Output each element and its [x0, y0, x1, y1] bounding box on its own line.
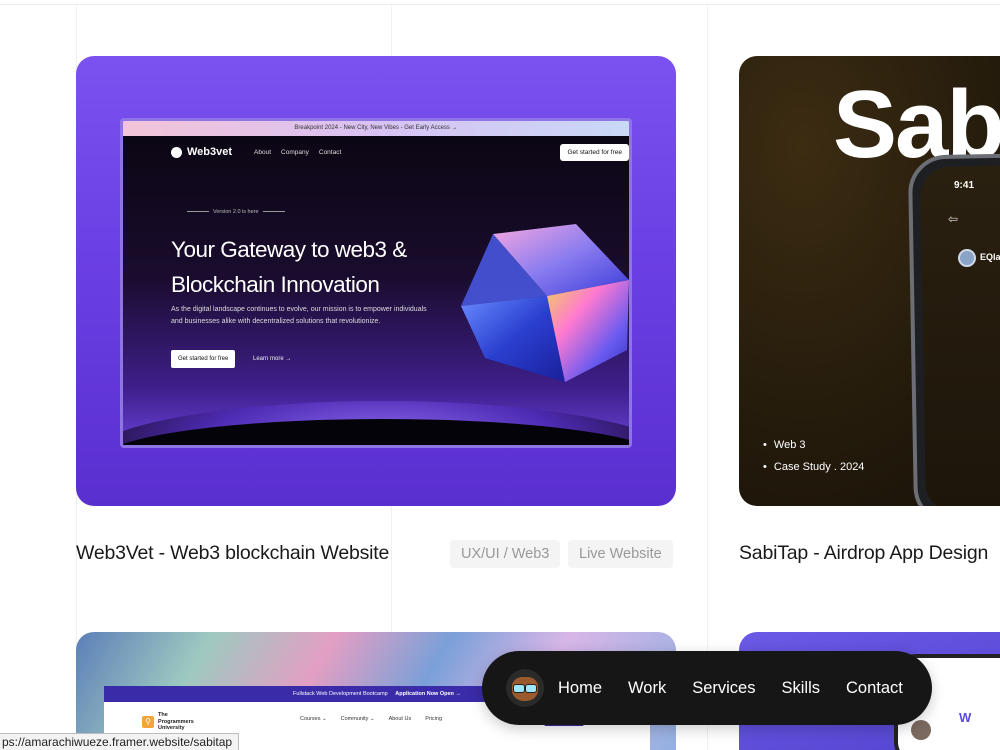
- mockup-nav: Web3vet About Company Contact: [171, 146, 341, 158]
- mockup-nav-link: Courses ⌄: [300, 716, 327, 722]
- mockup-cta: Get started for free: [560, 144, 629, 161]
- mockup-nav: Courses ⌄ Community ⌄ About Us Pricing: [300, 716, 442, 722]
- avatar-glasses: [513, 684, 537, 693]
- mockup-nav-link: Pricing: [425, 716, 443, 722]
- mockup-banner: Breakpoint 2024 - New City, New Vibes - …: [123, 121, 629, 136]
- mockup-hero: Web3vet About Company Contact Get starte…: [123, 136, 629, 445]
- web3vet-mockup: Breakpoint 2024 - New City, New Vibes - …: [120, 118, 632, 448]
- project-meta-item: Case Study . 2024: [763, 456, 865, 478]
- floating-navbar: Home Work Services Skills Contact: [482, 651, 932, 725]
- mockup-nav-link: About Us: [388, 716, 412, 722]
- live-website-tag[interactable]: Live Website: [568, 540, 673, 568]
- avatar[interactable]: [506, 669, 544, 707]
- phone-avatar: [911, 720, 931, 740]
- project-title[interactable]: SabiTap - Airdrop App Design: [739, 542, 988, 565]
- mockup-learn-more: Learn more →: [253, 356, 292, 362]
- phone-username: EQlad: [980, 252, 1000, 262]
- mockup-nav-link: About: [254, 148, 272, 156]
- banner-text: Fullstack Web Development Bootcamp: [293, 691, 388, 697]
- mockup-logo-text: The Programmers University: [158, 712, 194, 731]
- project-meta-list: Web 3 Case Study . 2024: [763, 434, 865, 478]
- nav-services[interactable]: Services: [692, 679, 755, 698]
- nav-contact[interactable]: Contact: [846, 679, 903, 698]
- banner-cta: Application Now Open →: [395, 691, 461, 697]
- mockup-nav-link: Company: [281, 148, 309, 156]
- mockup-logo: Web3vet: [171, 146, 232, 158]
- mockup-version: Version 2.0 is here: [183, 209, 289, 215]
- mockup-headline: Your Gateway to web3 & Blockchain Innova…: [171, 237, 407, 297]
- phone-screen: [919, 164, 1000, 506]
- mockup-primary-button: Get started for free: [171, 350, 236, 368]
- project-title[interactable]: Web3Vet - Web3 blockchain Website: [76, 542, 389, 565]
- grid-line: [707, 5, 708, 750]
- nav-work[interactable]: Work: [628, 679, 666, 698]
- project-meta-item: Web 3: [763, 434, 864, 456]
- portfolio-page: Breakpoint 2024 - New City, New Vibes - …: [0, 0, 1000, 750]
- cube-illustration: [461, 224, 629, 382]
- project-card-sabitap[interactable]: Sab Web 3 Case Study . 2024: [739, 56, 1000, 506]
- back-arrow-icon: ⇦: [948, 212, 959, 226]
- phone-time: 9:41: [954, 180, 975, 191]
- logo-icon: [171, 146, 182, 158]
- project-tag: UX/UI / Web3: [450, 540, 561, 568]
- project-card-web3vet[interactable]: Breakpoint 2024 - New City, New Vibes - …: [76, 56, 676, 506]
- logo-icon: ⚲: [142, 715, 154, 728]
- phone-mockup: [907, 152, 1000, 506]
- mockup-logo: ⚲ The Programmers University: [142, 712, 198, 732]
- mockup-nav-link: Contact: [318, 148, 342, 156]
- status-bar-url: ps://amarachiwueze.framer.website/sabita…: [0, 733, 240, 750]
- top-divider: [0, 4, 1000, 5]
- mockup-nav-link: Community ⌄: [340, 716, 375, 722]
- mockup-description: As the digital landscape continues to ev…: [171, 306, 427, 325]
- nav-skills[interactable]: Skills: [782, 679, 821, 698]
- nav-home[interactable]: Home: [558, 679, 602, 698]
- phone-avatar: [958, 249, 976, 267]
- app-letter: W: [959, 710, 972, 725]
- mockup-logo-text: Web3vet: [187, 146, 233, 158]
